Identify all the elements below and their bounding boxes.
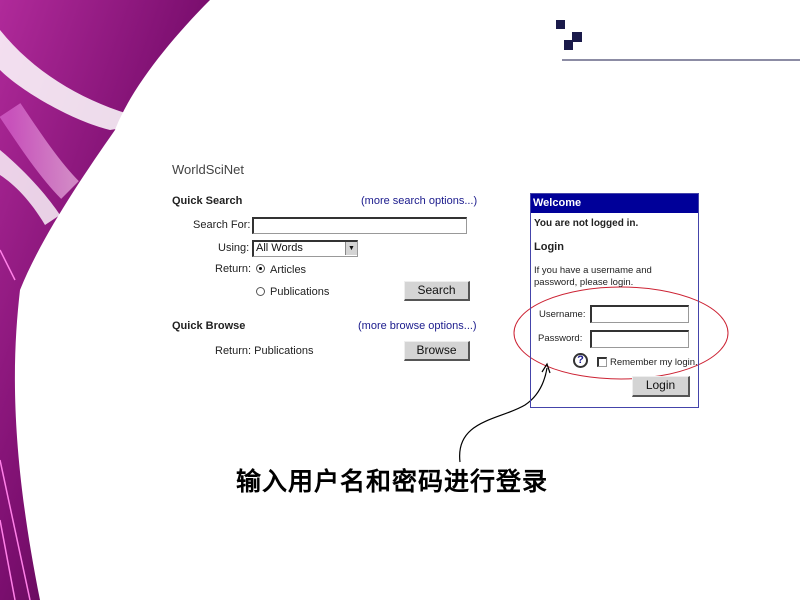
radio-articles[interactable]	[256, 264, 265, 273]
browse-button[interactable]: Browse	[404, 341, 470, 361]
search-button[interactable]: Search	[404, 281, 470, 301]
quick-browse-heading: Quick Browse	[172, 320, 246, 332]
login-instructions-1: If you have a username and	[534, 265, 652, 276]
annotation-caption: 输入用户名和密码进行登录	[236, 467, 549, 496]
password-input[interactable]	[590, 330, 689, 348]
chevron-down-icon[interactable]: ▼	[345, 242, 357, 255]
remember-checkbox[interactable]	[597, 357, 607, 367]
return-label: Return:	[215, 263, 252, 275]
radio-articles-label: Articles	[270, 264, 307, 276]
corner-logo	[556, 20, 800, 61]
login-button[interactable]: Login	[632, 376, 690, 397]
radio-publications[interactable]	[256, 287, 265, 296]
more-search-options-link[interactable]: (more search options...)	[361, 195, 477, 207]
search-for-input[interactable]	[252, 217, 467, 234]
password-label: Password:	[538, 333, 583, 344]
site-title: WorldSciNet	[172, 162, 245, 177]
login-heading: Login	[534, 241, 564, 253]
using-label: Using:	[218, 242, 250, 254]
radio-publications-label: Publications	[270, 286, 330, 298]
login-instructions-2: password, please login.	[534, 277, 634, 288]
using-selected-value: All Words	[256, 242, 303, 254]
search-for-label: Search For:	[193, 219, 251, 231]
browse-return-text: Return: Publications	[215, 345, 314, 357]
quick-search-heading: Quick Search	[172, 195, 243, 207]
more-browse-options-link[interactable]: (more browse options...)	[358, 320, 477, 332]
username-input[interactable]	[590, 305, 689, 323]
welcome-header: Welcome	[531, 194, 698, 213]
username-label: Username:	[539, 309, 586, 320]
help-icon[interactable]: ?	[573, 353, 588, 368]
using-select[interactable]: All Words ▼	[252, 240, 358, 257]
remember-label: Remember my login.	[610, 357, 698, 368]
login-panel: Welcome You are not logged in. Login If …	[530, 193, 699, 408]
login-status: You are not logged in.	[534, 218, 639, 229]
